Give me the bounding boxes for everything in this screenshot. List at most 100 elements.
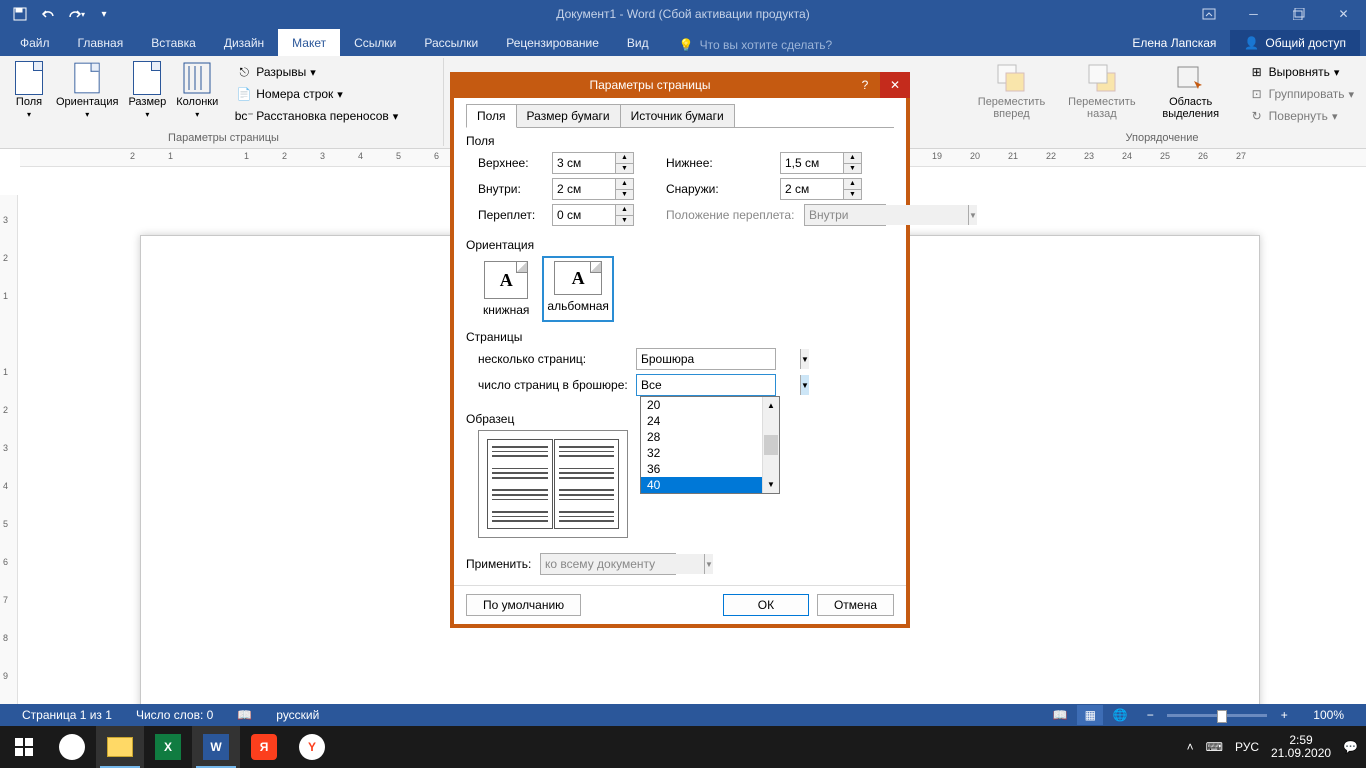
undo-button[interactable] xyxy=(36,2,60,26)
tab-view[interactable]: Вид xyxy=(613,29,663,56)
tab-review[interactable]: Рецензирование xyxy=(492,29,613,56)
sheets-per-booklet-combo[interactable]: ▼ xyxy=(636,374,776,396)
dropdown-option[interactable]: 40 xyxy=(641,477,779,493)
share-button[interactable]: 👤 Общий доступ xyxy=(1230,30,1360,56)
gutter-pos-label: Положение переплета: xyxy=(666,208,796,222)
apply-to-combo[interactable]: ▼ xyxy=(540,553,676,575)
hyphenation-button[interactable]: bc⁻Расстановка переносов ▾ xyxy=(232,106,402,126)
breaks-button[interactable]: ⎋Разрывы ▾ xyxy=(232,62,402,82)
print-layout-button[interactable]: ▦ xyxy=(1077,705,1103,725)
dropdown-option[interactable]: 20 xyxy=(641,397,779,413)
clock[interactable]: 2:5921.09.2020 xyxy=(1271,734,1331,760)
send-backward-button[interactable]: Переместить назад xyxy=(1059,60,1145,122)
ribbon-group-arrange: Переместить вперед Переместить назад Обл… xyxy=(962,58,1362,146)
zoom-level[interactable]: 100% xyxy=(1301,708,1356,722)
tell-me-search[interactable]: 💡 Что вы хотите сделать? xyxy=(675,34,837,56)
columns-button[interactable]: Колонки▾ xyxy=(172,60,222,121)
orientation-button[interactable]: Ориентация▾ xyxy=(52,60,122,121)
outside-margin-label: Снаружи: xyxy=(666,182,772,196)
sheets-dropdown[interactable]: 20 24 28 32 36 40 ▲ ▼ xyxy=(640,396,780,494)
task-yandex2[interactable]: Я xyxy=(240,726,288,768)
restore-button[interactable] xyxy=(1276,0,1321,28)
bring-forward-button[interactable]: Переместить вперед xyxy=(966,60,1057,122)
qat-customize[interactable]: ▾ xyxy=(92,2,116,26)
dropdown-option[interactable]: 28 xyxy=(641,429,779,445)
bottom-margin-label: Нижнее: xyxy=(666,156,772,170)
word-count[interactable]: Число слов: 0 xyxy=(124,708,225,722)
dropdown-option[interactable]: 36 xyxy=(641,461,779,477)
align-button[interactable]: ⊞Выровнять ▾ xyxy=(1245,62,1358,82)
tab-home[interactable]: Главная xyxy=(64,29,138,56)
tab-layout[interactable]: Макет xyxy=(278,29,340,56)
dialog-close-button[interactable]: ✕ xyxy=(880,72,910,98)
outside-margin-input[interactable]: ▲▼ xyxy=(780,178,862,200)
tray-expand-icon[interactable]: ˄ xyxy=(1187,740,1194,754)
orientation-portrait[interactable]: A книжная xyxy=(478,256,534,322)
inside-margin-label: Внутри: xyxy=(478,182,544,196)
align-icon: ⊞ xyxy=(1249,64,1265,80)
dropdown-option[interactable]: 32 xyxy=(641,445,779,461)
dropdown-scrollbar[interactable]: ▲ ▼ xyxy=(762,397,779,493)
preview xyxy=(478,430,628,538)
orientation-landscape[interactable]: A альбомная xyxy=(542,256,614,322)
tab-insert[interactable]: Вставка xyxy=(137,29,210,56)
top-margin-input[interactable]: ▲▼ xyxy=(552,152,634,174)
page-count[interactable]: Страница 1 из 1 xyxy=(10,708,124,722)
start-button[interactable] xyxy=(0,726,48,768)
task-yandex[interactable] xyxy=(48,726,96,768)
dialog-tab-margins[interactable]: Поля xyxy=(466,104,517,128)
user-name[interactable]: Елена Лапская xyxy=(1120,30,1228,56)
input-lang[interactable]: РУС xyxy=(1235,740,1259,754)
lightbulb-icon: 💡 xyxy=(679,38,694,52)
spell-check-icon[interactable]: 📖 xyxy=(225,708,264,722)
tab-file[interactable]: Файл xyxy=(6,29,64,56)
taskbar: X W Я Y ˄ ⌨ РУС 2:5921.09.2020 💬 xyxy=(0,726,1366,768)
keyboard-icon[interactable]: ⌨ xyxy=(1206,740,1223,754)
save-button[interactable] xyxy=(8,2,32,26)
gutter-input[interactable]: ▲▼ xyxy=(552,204,634,226)
ribbon-group-page-setup: Поля▾ Ориентация▾ Размер▾ Колонки▾ ⎋Разр… xyxy=(4,58,444,146)
tab-mailings[interactable]: Рассылки xyxy=(410,29,492,56)
multi-pages-label: несколько страниц: xyxy=(478,352,628,366)
margins-group-label: Поля xyxy=(466,134,894,148)
zoom-in-button[interactable]: + xyxy=(1271,705,1297,725)
vertical-ruler[interactable]: 32 11 23 45 67 89 xyxy=(0,195,18,726)
dialog-tab-source[interactable]: Источник бумаги xyxy=(620,104,735,128)
hyphen-icon: bc⁻ xyxy=(236,108,252,124)
task-word[interactable]: W xyxy=(192,726,240,768)
task-browser[interactable]: Y xyxy=(288,726,336,768)
task-excel[interactable]: X xyxy=(144,726,192,768)
notifications-icon[interactable]: 💬 xyxy=(1343,740,1358,754)
web-layout-button[interactable]: 🌐 xyxy=(1107,705,1133,725)
dialog-help-button[interactable]: ? xyxy=(850,72,880,98)
margins-button[interactable]: Поля▾ xyxy=(8,60,50,121)
ribbon-options-button[interactable] xyxy=(1186,0,1231,28)
rotate-button[interactable]: ↻Повернуть ▾ xyxy=(1245,106,1358,126)
cancel-button[interactable]: Отмена xyxy=(817,594,894,616)
tab-references[interactable]: Ссылки xyxy=(340,29,410,56)
selection-pane-button[interactable]: Область выделения xyxy=(1147,60,1235,122)
system-tray: ˄ ⌨ РУС 2:5921.09.2020 💬 xyxy=(1179,734,1366,760)
read-mode-button[interactable]: 📖 xyxy=(1047,705,1073,725)
redo-button[interactable]: ▾ xyxy=(64,2,88,26)
line-numbers-button[interactable]: 📄Номера строк ▾ xyxy=(232,84,402,104)
dialog-titlebar[interactable]: Параметры страницы ? ✕ xyxy=(450,72,910,98)
tab-design[interactable]: Дизайн xyxy=(210,29,278,56)
gutter-label: Переплет: xyxy=(478,208,544,222)
group-button[interactable]: ⊡Группировать ▾ xyxy=(1245,84,1358,104)
task-explorer[interactable] xyxy=(96,726,144,768)
multi-pages-combo[interactable]: ▼ xyxy=(636,348,776,370)
page-setup-dialog: Параметры страницы ? ✕ Поля Размер бумаг… xyxy=(450,72,910,628)
inside-margin-input[interactable]: ▲▼ xyxy=(552,178,634,200)
size-button[interactable]: Размер▾ xyxy=(124,60,170,121)
minimize-button[interactable]: ─ xyxy=(1231,0,1276,28)
bottom-margin-input[interactable]: ▲▼ xyxy=(780,152,862,174)
language[interactable]: русский xyxy=(264,708,331,722)
zoom-slider[interactable] xyxy=(1167,714,1267,717)
default-button[interactable]: По умолчанию xyxy=(466,594,581,616)
dialog-tab-paper[interactable]: Размер бумаги xyxy=(516,104,621,128)
ok-button[interactable]: ОК xyxy=(723,594,809,616)
zoom-out-button[interactable]: − xyxy=(1137,705,1163,725)
close-button[interactable]: ✕ xyxy=(1321,0,1366,28)
dropdown-option[interactable]: 24 xyxy=(641,413,779,429)
